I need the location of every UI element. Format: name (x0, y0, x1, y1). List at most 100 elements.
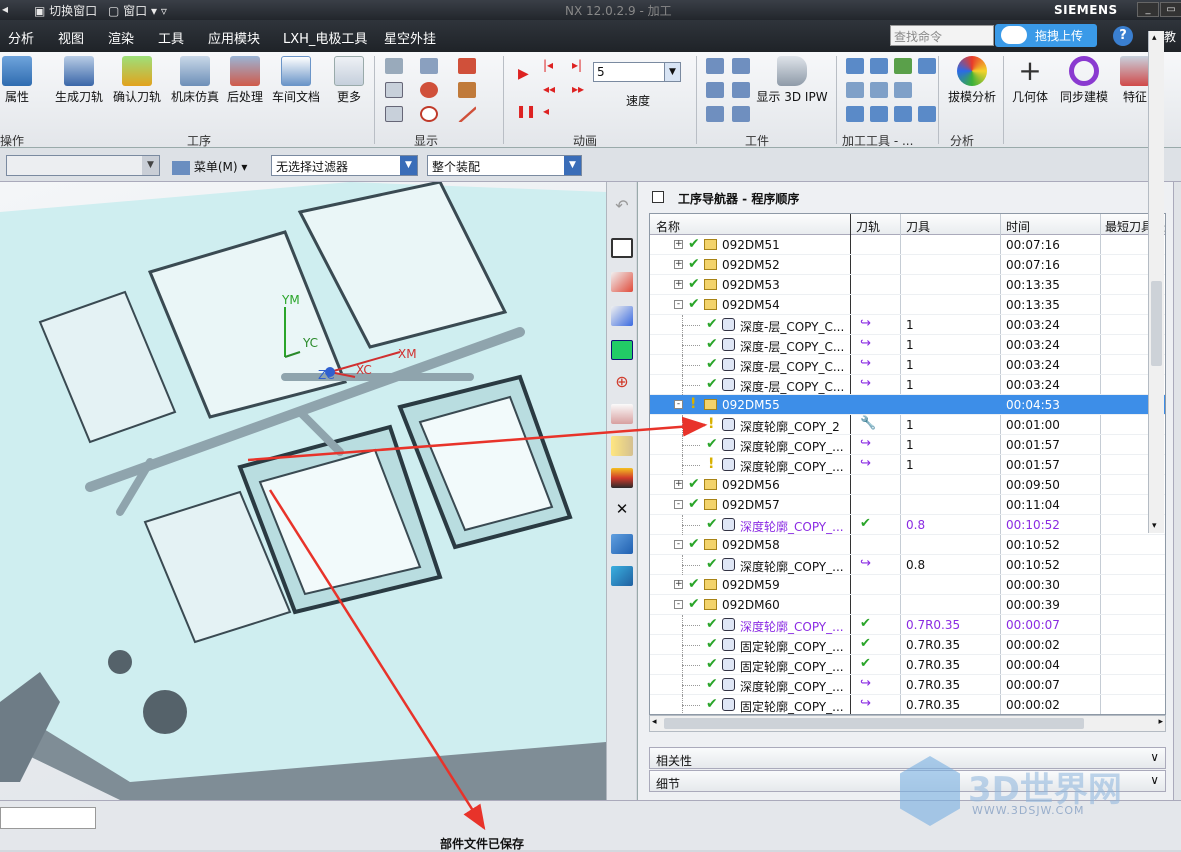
menu-render[interactable]: 渲染 (108, 28, 134, 47)
resource-bar[interactable] (1173, 182, 1181, 800)
mtool-icon-4[interactable] (918, 58, 936, 74)
chevron-down-icon[interactable]: ▼ (400, 156, 417, 175)
display-mode-icon[interactable] (420, 58, 438, 74)
light-icon[interactable] (611, 436, 633, 456)
workpiece-icon-1[interactable] (706, 58, 724, 74)
draft-analysis-button[interactable]: 拔模分析 (945, 56, 999, 105)
dependencies-section[interactable]: 相关性 ∨ (649, 747, 1166, 769)
col-tool[interactable]: 刀具 (906, 218, 930, 235)
table-row[interactable]: - ✔ 092DM54 00:13:35 (650, 295, 1165, 315)
table-row[interactable]: - ✔ 092DM58 00:10:52 (650, 535, 1165, 555)
rewind-icon[interactable]: ◂◂ (543, 82, 561, 98)
table-row[interactable]: + ✔ 092DM51 00:07:16 (650, 235, 1165, 255)
table-row[interactable]: ✔ 固定轮廓_COPY_... ✔ 0.7R0.35 00:00:04 (650, 655, 1165, 675)
table-row[interactable]: ✔ 深度轮廓_COPY_... ↪ 0.8 00:10:52 (650, 555, 1165, 575)
type-filter-select[interactable]: ▼ (6, 155, 160, 176)
app-icon[interactable]: ◂ (2, 2, 8, 16)
snap-point-icon[interactable]: ⊕ (611, 372, 633, 392)
table-row[interactable]: + ✔ 092DM56 00:09:50 (650, 475, 1165, 495)
table-row[interactable]: ✔ 深度轮廓_COPY_... ✔ 0.8 00:10:52 (650, 515, 1165, 535)
chevron-down-icon[interactable]: ∨ (1150, 773, 1159, 787)
tool-shape-icon[interactable] (458, 82, 476, 98)
mtool-icon-6[interactable] (870, 82, 888, 98)
plane-icon[interactable] (611, 340, 633, 360)
table-row[interactable]: ! 深度轮廓_COPY_2 🔧 1 00:01:00 (650, 415, 1165, 435)
menu-button[interactable]: 菜单(M) ▾ (172, 158, 247, 175)
display-plane-icon[interactable] (385, 106, 403, 122)
display-tool-icon[interactable] (385, 58, 403, 74)
table-row[interactable]: + ✔ 092DM52 00:07:16 (650, 255, 1165, 275)
menu-tools[interactable]: 工具 (158, 28, 184, 47)
point-icon[interactable] (420, 106, 438, 122)
animation-speed-select[interactable]: 5 ▼ (593, 62, 681, 82)
verify-toolpath-button[interactable]: 确认刀轨 (110, 56, 164, 105)
vertical-scroll-thumb[interactable] (1151, 281, 1162, 366)
mtool-icon-5[interactable] (846, 82, 864, 98)
table-row[interactable]: -! 092DM55 00:04:53 (650, 395, 1165, 415)
play-icon[interactable]: ▶ (518, 66, 532, 82)
mtool-icon-8[interactable] (846, 106, 864, 122)
table-row[interactable]: ✔ 深度轮廓_COPY_... ↪ 1 00:01:57 (650, 435, 1165, 455)
workpiece-icon-2[interactable] (732, 58, 750, 74)
fast-forward-icon[interactable]: ▸▸ (572, 82, 590, 98)
chevron-down-icon[interactable]: ▼ (564, 156, 581, 175)
step-back-icon[interactable]: |◂ (543, 58, 561, 74)
user-label[interactable]: 教 (1164, 28, 1176, 45)
table-row[interactable]: ✔ 深度-层_COPY_C... ↪ 1 00:03:24 (650, 355, 1165, 375)
wcs-icon[interactable] (611, 272, 633, 292)
eraser-icon[interactable] (611, 404, 633, 424)
col-time[interactable]: 时间 (1006, 218, 1030, 235)
pause-icon[interactable]: ❚❚ (516, 104, 536, 120)
col-name[interactable]: 名称 (656, 218, 680, 235)
mtool-icon-10[interactable] (894, 106, 912, 122)
vertical-scrollbar[interactable]: ▴ ▾ (1148, 31, 1164, 533)
drag-upload-button[interactable]: 拖拽上传 (995, 24, 1097, 47)
mtool-icon-9[interactable] (870, 106, 888, 122)
collapse-icon[interactable]: - (674, 540, 683, 549)
measure-icon[interactable]: ✕ (611, 500, 633, 520)
chevron-down-icon[interactable]: ▼ (142, 156, 159, 175)
feature-button[interactable]: 特征 (1118, 56, 1152, 105)
expand-icon[interactable]: + (674, 280, 683, 289)
expand-icon[interactable]: + (674, 480, 683, 489)
switch-window-button[interactable]: ▣ 切换窗口 (34, 2, 97, 19)
undo-icon[interactable]: ↶ (611, 196, 633, 216)
geometry-button[interactable]: + 几何体 (1008, 56, 1052, 105)
mtool-icon-1[interactable] (846, 58, 864, 74)
ipw-view-icon[interactable] (611, 566, 633, 586)
display-color-icon[interactable] (458, 58, 476, 74)
workpiece-icon-5[interactable] (706, 106, 724, 122)
table-row[interactable]: + ✔ 092DM59 00:00:30 (650, 575, 1165, 595)
mtool-icon-7[interactable] (894, 82, 912, 98)
status-select[interactable] (0, 807, 96, 829)
reverse-icon[interactable]: ◂ (543, 104, 561, 120)
collapse-icon[interactable]: - (674, 500, 683, 509)
body-icon[interactable] (611, 534, 633, 554)
horizontal-scrollbar[interactable]: ◂ ▸ (649, 715, 1166, 732)
post-process-button[interactable]: 后处理 (224, 56, 266, 105)
scroll-up-icon[interactable]: ▴ (1152, 33, 1157, 43)
display-box-icon[interactable] (385, 82, 403, 98)
assembly-scope-select[interactable]: 整个装配 ▼ (427, 155, 582, 176)
generate-toolpath-button[interactable]: 生成刀轨 (52, 56, 106, 105)
scroll-right-icon[interactable]: ▸ (1158, 717, 1163, 727)
shop-documentation-button[interactable]: 车间文档 (269, 56, 323, 105)
menu-lxh-electrode[interactable]: LXH_电极工具 (283, 28, 367, 47)
expand-icon[interactable]: + (674, 240, 683, 249)
operation-table[interactable]: 名称 刀轨 刀具 时间 最短刀具长 + ✔ 092DM51 00:07:16 + ✔ 092… (649, 213, 1166, 715)
table-row[interactable]: - ✔ 092DM60 00:00:39 (650, 595, 1165, 615)
selection-filter-select[interactable]: 无选择过滤器 ▼ (271, 155, 418, 176)
workpiece-icon-4[interactable] (732, 82, 750, 98)
curve-icon[interactable] (420, 82, 438, 98)
sync-modeling-button[interactable]: 同步建模 (1058, 56, 1110, 105)
scroll-down-icon[interactable]: ▾ (1152, 521, 1157, 531)
minimize-icon[interactable]: _ (1137, 2, 1159, 17)
workpiece-icon-6[interactable] (732, 106, 750, 122)
table-row[interactable]: - ✔ 092DM57 00:11:04 (650, 495, 1165, 515)
table-row[interactable]: ✔ 固定轮廓_COPY_... ✔ 0.7R0.35 00:00:02 (650, 635, 1165, 655)
table-row[interactable]: + ✔ 092DM53 00:13:35 (650, 275, 1165, 295)
help-icon[interactable]: ? (1113, 26, 1133, 46)
table-row[interactable]: ✔ 深度-层_COPY_C... ↪ 1 00:03:24 (650, 335, 1165, 355)
table-row[interactable]: ✔ 深度-层_COPY_C... ↪ 1 00:03:24 (650, 315, 1165, 335)
restore-icon[interactable]: ▭ (1160, 2, 1181, 17)
